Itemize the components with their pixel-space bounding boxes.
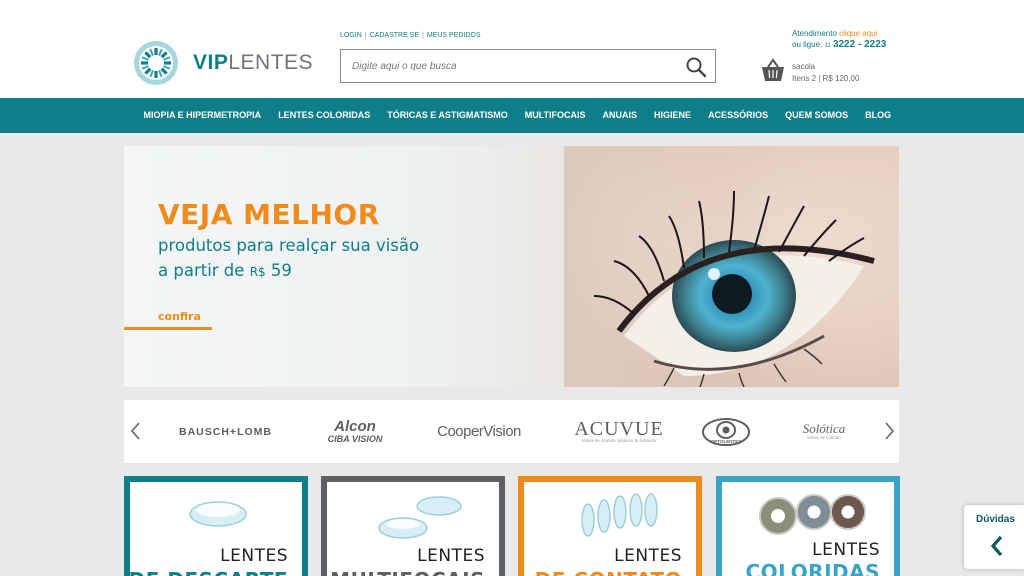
orders-link[interactable]: MEUS PEDIDOS [427,32,481,39]
brand-optolentes[interactable]: OPTOLENTES [699,400,753,463]
nav-item-coloridas[interactable]: LENTES COLORIDAS [270,98,379,133]
brand-bausch-lomb[interactable]: BAUSCH+LOMB [168,400,283,463]
help-tab[interactable]: Dúvidas [964,505,1024,569]
nav-item-multifocais[interactable]: MULTIFOCAIS [516,98,594,133]
nav-item-acessorios[interactable]: ACESSÓRIOS [700,98,777,133]
logo[interactable]: VIPLENTES [133,40,313,86]
cart-label: sacola [792,62,816,71]
brand-alcon[interactable]: Alcon CIBA VISION [310,400,400,463]
banner-title: VEJA MELHOR [158,198,380,231]
nav-item-miopia[interactable]: MIOPIA E HIPERMETROPIA [135,98,270,133]
main-nav: MIOPIA E HIPERMETROPIA LENTES COLORIDAS … [0,98,1024,133]
banner-cta-underline [124,327,212,330]
support-click-link[interactable]: clique aqui [839,29,877,38]
search-input[interactable] [341,50,671,82]
svg-text:OPTOLENTES: OPTOLENTES [711,439,741,444]
help-label: Dúvidas [976,514,1015,525]
chevron-left-icon[interactable] [127,420,145,442]
brand-coopervision[interactable]: CooperVision [424,400,534,463]
lens-image [189,501,247,527]
category-card-coloridas[interactable]: LENTES COLORIDAS [716,476,900,576]
category-card-contato[interactable]: LENTES DE CONTATO [518,476,702,576]
hero-banner[interactable]: VEJA MELHOR produtos para realçar sua vi… [124,146,899,387]
nav-item-quem-somos[interactable]: QUEM SOMOS [777,98,857,133]
category-card-descarte[interactable]: LENTES DE DESCARTE [124,476,308,576]
chevron-left-icon [990,535,1003,557]
colored-lens-image [759,494,866,535]
nav-item-toricas[interactable]: TÓRICAS E ASTIGMATISMO [379,98,517,133]
login-link[interactable]: LOGIN [340,32,362,39]
brand-solotica[interactable]: Solótica lentes de contato [784,400,864,463]
support-info: Atendimento clique aqui ou ligue: 11 322… [792,29,887,50]
nav-item-higiene[interactable]: HIGIENE [646,98,700,133]
lens-image [378,496,462,539]
basket-icon [762,58,784,81]
brand-acuvue[interactable]: ACUVUE lentes de contato Johnson & Johns… [564,400,674,463]
category-card-multifocais[interactable]: LENTES MULTIFOCAIS [321,476,505,576]
register-link[interactable]: CADASTRE SE [370,32,419,39]
cart[interactable]: sacola Itens 2 | R$ 120,00 [760,57,880,87]
support-phone: 3222 - 2223 [832,39,887,50]
search-icon[interactable] [685,56,707,78]
nav-item-blog[interactable]: BLOG [857,98,900,133]
cart-summary: Itens 2 | R$ 120,00 [792,74,860,83]
search-box [340,49,716,83]
nav-item-anuais[interactable]: ANUAIS [594,98,646,133]
banner-subtitle: produtos para realçar sua visão a partir… [158,236,420,280]
optolentes-logo-icon: OPTOLENTES [702,417,750,446]
chevron-right-icon[interactable] [880,420,898,442]
brands-carousel: BAUSCH+LOMB Alcon CIBA VISION CooperVisi… [124,400,899,463]
lens-image [581,493,658,537]
header: VIPLENTES LOGIN | CADASTRE SE | MEUS PEDIDOS… [0,0,1024,98]
eye-image [564,146,899,387]
user-links: LOGIN | CADASTRE SE | MEUS PEDIDOS [340,32,481,39]
logo-eye-icon [134,41,178,85]
logo-text: VIPLENTES [193,51,314,74]
banner-cta-link[interactable]: confira [158,310,201,323]
